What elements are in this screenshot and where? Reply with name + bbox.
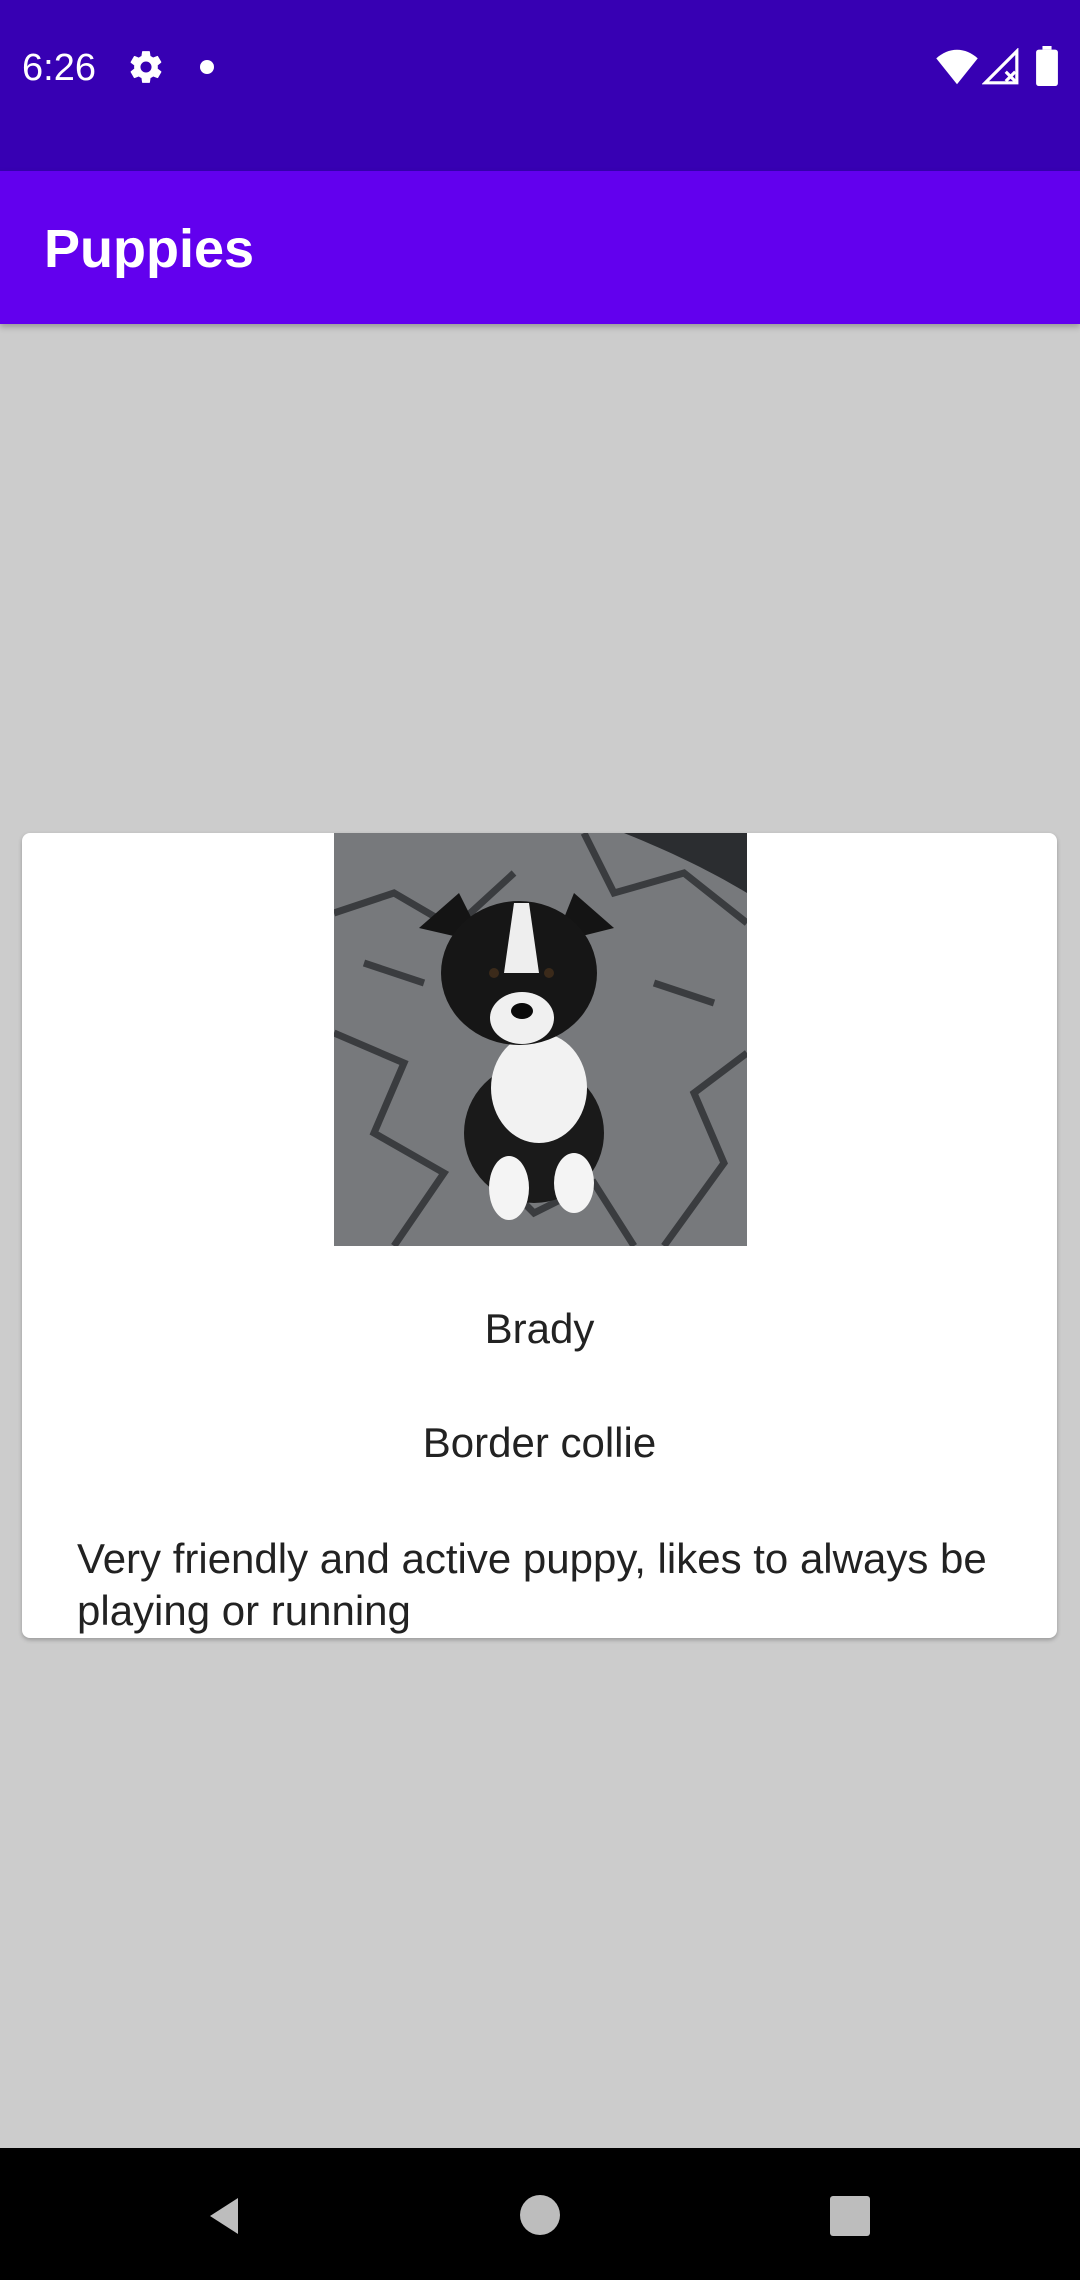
signal-icon: [981, 47, 1020, 86]
notification-dot-icon: [200, 60, 214, 74]
app-title: Puppies: [44, 219, 255, 279]
app-bar: Puppies: [0, 171, 1080, 324]
puppy-card[interactable]: Brady Border collie Very friendly and ac…: [22, 833, 1057, 1638]
status-bar: 6:26: [0, 0, 1080, 171]
puppy-description: Very friendly and active puppy, likes to…: [77, 1535, 987, 1634]
puppy-breed: Border collie: [422, 1419, 657, 1466]
gear-icon: [127, 48, 165, 86]
home-icon[interactable]: [520, 2195, 560, 2235]
recents-icon[interactable]: [830, 2196, 870, 2236]
navigation-bar: [0, 2148, 1080, 2280]
wifi-icon: [936, 48, 978, 86]
puppy-photo: [334, 833, 747, 1246]
status-time: 6:26: [22, 47, 96, 89]
puppy-name: Brady: [484, 1305, 595, 1352]
battery-icon: [1036, 46, 1058, 86]
back-icon[interactable]: [202, 2192, 250, 2240]
